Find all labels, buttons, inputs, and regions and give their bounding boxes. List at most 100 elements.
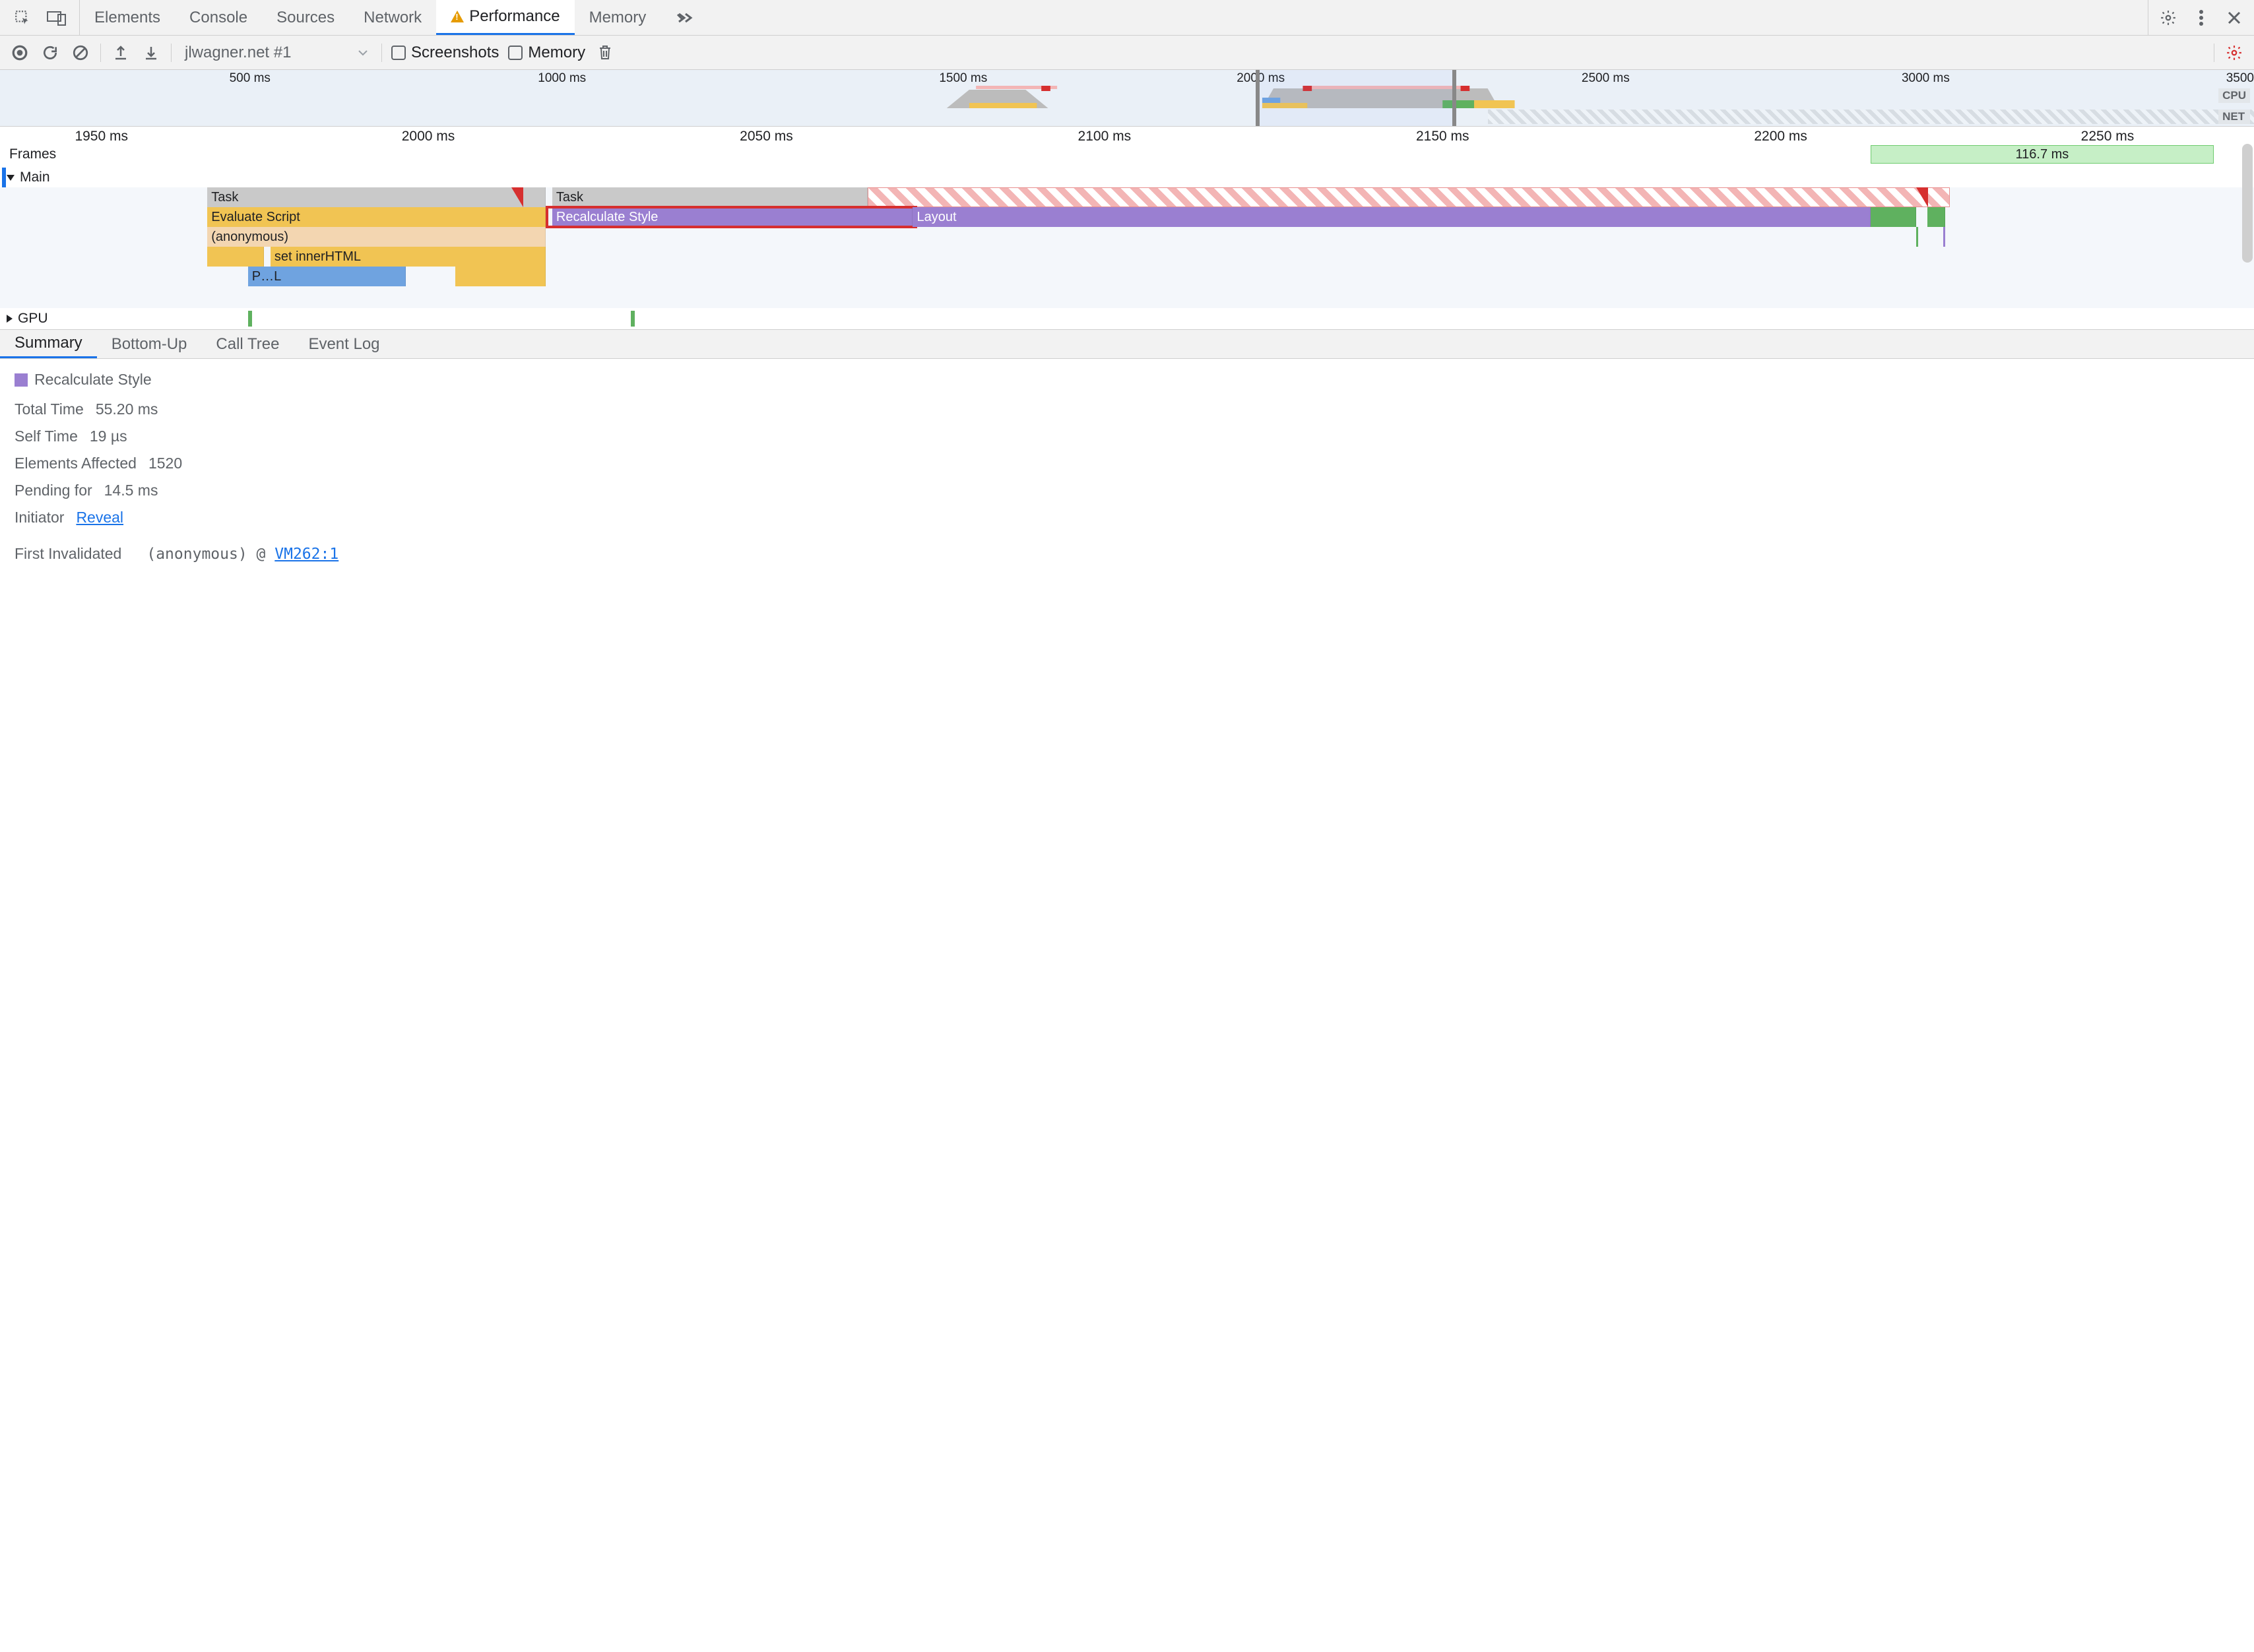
- frame-duration: 116.7 ms: [2016, 147, 2069, 162]
- source-link[interactable]: VM262:1: [274, 546, 338, 563]
- tab-network[interactable]: Network: [349, 0, 436, 35]
- bar-label: Task: [211, 190, 238, 205]
- device-toolbar-icon[interactable]: [46, 7, 67, 28]
- flamechart-area[interactable]: 1950 ms 2000 ms 2050 ms 2100 ms 2150 ms …: [0, 127, 2254, 330]
- gpu-activity-tick[interactable]: [248, 311, 252, 327]
- flame-bar-task[interactable]: Task: [207, 187, 545, 207]
- kebab-menu-icon[interactable]: [2191, 7, 2212, 28]
- overview-selection[interactable]: [1256, 70, 1456, 126]
- overview-minimap[interactable]: 500 ms 1000 ms 1500 ms 2000 ms 2500 ms 3…: [0, 70, 2254, 127]
- vertical-scrollbar[interactable]: [2242, 144, 2253, 263]
- summary-title-row: Recalculate Style: [15, 371, 2239, 389]
- bar-label: Recalculate Style: [556, 210, 659, 225]
- tab-label: Event Log: [308, 335, 379, 354]
- trash-icon[interactable]: [595, 42, 616, 63]
- ov-tick: 1500 ms: [939, 71, 987, 86]
- settings-gear-icon[interactable]: [2158, 7, 2179, 28]
- flame-bar[interactable]: [207, 247, 263, 267]
- stack-frame: (anonymous) @ VM262:1: [146, 546, 338, 563]
- flame-bar-evaluate-script[interactable]: Evaluate Script: [207, 207, 545, 227]
- memory-checkbox[interactable]: Memory: [508, 44, 585, 62]
- kv-value: 1520: [148, 455, 182, 472]
- flame-bar-parse-html[interactable]: P…L: [248, 267, 406, 286]
- kv-key: Pending for: [15, 482, 92, 499]
- tab-label: Elements: [94, 9, 160, 27]
- main-track-header[interactable]: Main: [0, 168, 2254, 187]
- ruler-tick: 1950 ms: [75, 129, 128, 144]
- bar-label: Layout: [917, 210, 956, 225]
- ov-tick: 2500 ms: [1582, 71, 1630, 86]
- tab-bottom-up[interactable]: Bottom-Up: [97, 330, 202, 358]
- capture-settings-gear-icon[interactable]: [2224, 42, 2245, 63]
- clear-button[interactable]: [70, 42, 91, 63]
- download-profile-icon[interactable]: [141, 42, 162, 63]
- bar-label: (anonymous): [211, 230, 288, 245]
- tabbar-right-icons: [2148, 0, 2254, 35]
- flame-bar-set-innerhtml[interactable]: set innerHTML: [271, 247, 546, 267]
- inspect-element-icon[interactable]: [12, 7, 33, 28]
- tab-overflow[interactable]: [660, 0, 709, 35]
- tab-event-log[interactable]: Event Log: [294, 330, 394, 358]
- bar-label: set innerHTML: [274, 249, 361, 265]
- warning-icon: [451, 11, 464, 22]
- gpu-activity-tick[interactable]: [631, 311, 635, 327]
- kv-total-time: Total Time 55.20 ms: [15, 400, 2239, 418]
- kv-value: 55.20 ms: [96, 400, 158, 418]
- flame-bar-paint[interactable]: [1927, 207, 1945, 227]
- frame-block[interactable]: 116.7 ms: [1871, 145, 2213, 164]
- flame-bar-sliver[interactable]: [1943, 227, 1945, 247]
- upload-profile-icon[interactable]: [110, 42, 131, 63]
- ruler-tick: 2150 ms: [1416, 129, 1469, 144]
- tab-label: Sources: [276, 9, 335, 27]
- tab-label: Performance: [469, 7, 560, 26]
- tab-label: Call Tree: [216, 335, 279, 354]
- kv-key: Initiator: [15, 509, 64, 526]
- flame-bar-sliver[interactable]: [1916, 227, 1918, 247]
- record-button[interactable]: [9, 42, 30, 63]
- kv-self-time: Self Time 19 µs: [15, 428, 2239, 445]
- screenshots-checkbox[interactable]: Screenshots: [391, 44, 499, 62]
- profile-name: jlwagner.net #1: [185, 44, 291, 62]
- tab-label: Console: [189, 9, 247, 27]
- kv-value: 14.5 ms: [104, 482, 158, 499]
- ov-tick: 3000 ms: [1902, 71, 1950, 86]
- disclosure-triangle-icon: [7, 175, 15, 181]
- profile-dropdown[interactable]: jlwagner.net #1: [181, 44, 372, 62]
- flame-bar-recalculate-style[interactable]: Recalculate Style: [552, 207, 913, 227]
- frames-track: Frames 116.7 ms: [0, 145, 2254, 165]
- ov-tick: 500 ms: [230, 71, 271, 86]
- flame-bar-anonymous[interactable]: (anonymous): [207, 227, 545, 247]
- kv-key: First Invalidated: [15, 545, 121, 563]
- checkbox-label: Memory: [528, 44, 585, 62]
- close-devtools-icon[interactable]: [2224, 7, 2245, 28]
- tab-memory[interactable]: Memory: [575, 0, 661, 35]
- reveal-link[interactable]: Reveal: [76, 509, 123, 526]
- flame-bar-layout[interactable]: Layout: [913, 207, 1871, 227]
- tab-label: Network: [364, 9, 422, 27]
- flame-bar-long-task[interactable]: [868, 187, 1950, 207]
- separator: [171, 44, 172, 62]
- tab-sources[interactable]: Sources: [262, 0, 349, 35]
- checkbox-box: [391, 46, 406, 60]
- tab-label: Summary: [15, 334, 82, 352]
- panel-tabs: Elements Console Sources Network Perform…: [80, 0, 2148, 35]
- flame-bar-task[interactable]: Task: [552, 187, 868, 207]
- tab-elements[interactable]: Elements: [80, 0, 175, 35]
- flame-bar[interactable]: [455, 267, 546, 286]
- kv-elements-affected: Elements Affected 1520: [15, 455, 2239, 472]
- gpu-track-header[interactable]: GPU: [0, 308, 2254, 329]
- reload-record-button[interactable]: [40, 42, 61, 63]
- main-label: Main: [20, 170, 50, 185]
- tab-call-tree[interactable]: Call Tree: [201, 330, 294, 358]
- chevron-down-icon: [358, 49, 368, 56]
- flame-bar-paint[interactable]: [1871, 207, 1916, 227]
- tabbar-left-icons: [0, 0, 80, 35]
- flame-chart[interactable]: Task Task Evaluate Script Recalculate St…: [0, 187, 2254, 308]
- tab-performance[interactable]: Performance: [436, 0, 574, 35]
- overview-axis-badges: CPU NET: [2218, 82, 2250, 124]
- summary-title: Recalculate Style: [34, 371, 152, 389]
- tab-summary[interactable]: Summary: [0, 330, 97, 358]
- net-badge: NET: [2218, 110, 2250, 124]
- tab-console[interactable]: Console: [175, 0, 262, 35]
- detail-ruler: 1950 ms 2000 ms 2050 ms 2100 ms 2150 ms …: [0, 127, 2254, 145]
